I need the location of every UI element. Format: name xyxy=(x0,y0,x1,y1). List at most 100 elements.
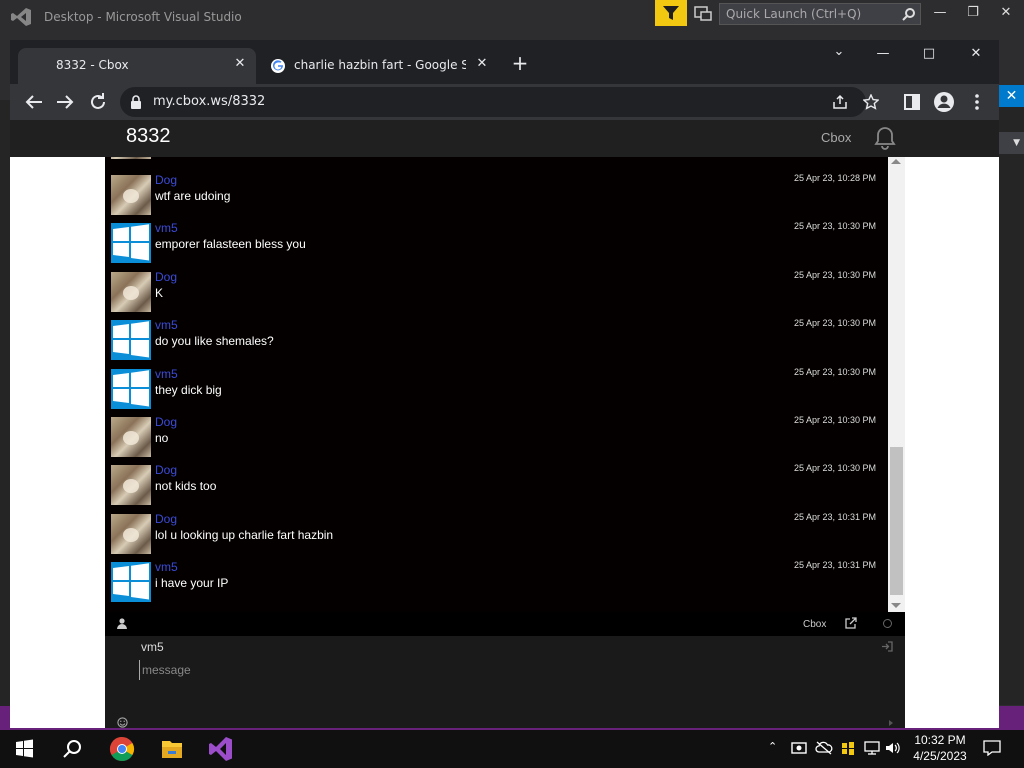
visual-studio-icon xyxy=(11,8,31,26)
windows-logo-icon xyxy=(111,562,151,603)
scroll-up-icon[interactable] xyxy=(891,159,901,164)
share-icon[interactable] xyxy=(832,94,848,110)
message-username[interactable]: Dog xyxy=(155,415,177,429)
vs-minimize-button[interactable]: — xyxy=(930,5,950,23)
vs-right-panel xyxy=(999,85,1024,705)
message-username[interactable]: Dog xyxy=(155,463,177,477)
cbox-brand-link[interactable]: Cbox xyxy=(821,130,851,145)
avatar[interactable] xyxy=(111,465,151,506)
tab-title: 8332 - Cbox xyxy=(56,58,129,72)
scrollbar[interactable] xyxy=(888,157,905,612)
tray-volume-icon[interactable] xyxy=(885,740,901,756)
popout-icon[interactable] xyxy=(845,617,857,629)
forward-icon[interactable] xyxy=(53,90,77,114)
avatar[interactable] xyxy=(111,175,151,215)
message-username[interactable]: Dog xyxy=(155,512,177,526)
list-item: Dog K 25 Apr 23, 10:30 PM xyxy=(105,270,888,318)
list-item: Dog wtf are udoing 25 Apr 23, 10:28 PM xyxy=(105,173,888,221)
cbox-header: 8332 Cbox xyxy=(10,120,999,157)
emoji-icon[interactable] xyxy=(117,717,128,728)
menu-kebab-icon[interactable] xyxy=(965,90,989,114)
notification-center-icon[interactable] xyxy=(983,740,1001,756)
url-text: my.cbox.ws/8332 xyxy=(153,94,266,109)
tray-camera-icon[interactable] xyxy=(791,740,807,756)
vs-panel-close-icon[interactable]: ✕ xyxy=(999,85,1024,107)
avatar[interactable] xyxy=(111,417,151,457)
message-username[interactable]: vm5 xyxy=(155,367,178,381)
message-username[interactable]: vm5 xyxy=(155,221,178,235)
message-username[interactable]: vm5 xyxy=(155,560,178,574)
google-icon xyxy=(271,59,285,73)
message-username[interactable]: vm5 xyxy=(155,318,178,332)
vs-feedback-filter-button[interactable] xyxy=(655,0,687,26)
avatar[interactable] xyxy=(111,513,151,554)
vs-title-bar: Desktop - Microsoft Visual Studio Quick … xyxy=(0,0,1024,34)
avatar[interactable] xyxy=(111,271,151,312)
message-text: lol u looking up charlie fart hazbin xyxy=(155,527,334,542)
tab-close-icon[interactable]: ✕ xyxy=(232,56,248,72)
vs-panel-dropdown-icon[interactable]: ▼ xyxy=(999,132,1024,154)
lock-icon[interactable] xyxy=(130,95,142,109)
tray-cloud-icon[interactable] xyxy=(815,740,833,756)
vs-restore-button[interactable]: ❐ xyxy=(963,5,983,23)
vs-close-button[interactable]: ✕ xyxy=(996,5,1016,23)
tray-clock[interactable]: 10:32 PM 4/25/2023 xyxy=(910,732,970,764)
message-timestamp: 25 Apr 23, 10:31 PM xyxy=(793,511,876,522)
avatar[interactable] xyxy=(111,320,151,361)
message-timestamp: 25 Apr 23, 10:31 PM xyxy=(793,560,876,571)
tray-defender-icon[interactable] xyxy=(841,740,855,756)
browser-toolbar: my.cbox.ws/8332 xyxy=(10,84,999,120)
close-button[interactable]: ✕ xyxy=(961,42,991,66)
file-explorer-icon[interactable] xyxy=(148,730,196,768)
list-item: vm5 i have your IP 25 Apr 23, 10:31 PM xyxy=(105,560,888,608)
start-icon[interactable] xyxy=(0,730,48,768)
tab-cbox[interactable]: 8332 - Cbox ✕ xyxy=(18,48,256,84)
login-icon[interactable] xyxy=(881,641,893,652)
vs-quick-launch-input[interactable]: Quick Launch (Ctrl+Q) xyxy=(719,3,921,25)
bookmark-star-icon[interactable] xyxy=(863,94,879,110)
tab-search-icon[interactable]: ⌄ xyxy=(824,40,854,64)
feedback-icon[interactable] xyxy=(693,5,713,23)
search-icon xyxy=(902,8,915,21)
avatar[interactable] xyxy=(111,368,151,409)
message-input[interactable] xyxy=(139,660,839,680)
back-icon[interactable] xyxy=(22,90,46,114)
clock-date: 4/25/2023 xyxy=(913,749,967,763)
visual-studio-icon[interactable] xyxy=(197,730,245,768)
tab-strip: 8332 - Cbox ✕ charlie hazbin fart - Goog… xyxy=(10,40,999,84)
room-title: 8332 xyxy=(126,125,171,147)
profile-icon[interactable] xyxy=(932,90,956,114)
tab-close-icon[interactable]: ✕ xyxy=(474,56,490,72)
scroll-down-icon[interactable] xyxy=(891,603,901,608)
avatar[interactable] xyxy=(111,562,151,603)
user-icon[interactable] xyxy=(117,618,127,629)
message-text: K xyxy=(155,285,164,300)
address-bar[interactable]: my.cbox.ws/8332 xyxy=(120,87,879,117)
message-timestamp: 25 Apr 23, 10:30 PM xyxy=(793,221,876,232)
message-username[interactable]: Dog xyxy=(155,270,177,284)
scrollbar-thumb[interactable] xyxy=(890,447,903,595)
avatar[interactable] xyxy=(111,223,151,264)
tray-overflow-icon[interactable]: ⌃ xyxy=(768,740,777,753)
message-text: wtf are udoing xyxy=(155,189,231,203)
post-name-field[interactable]: vm5 xyxy=(141,640,164,654)
cbox-footer-link[interactable]: Cbox xyxy=(803,619,826,630)
message-list[interactable]: Dog wtf are udoing 25 Apr 23, 10:28 PM vm5 e… xyxy=(105,157,888,612)
reload-icon[interactable] xyxy=(86,90,110,114)
tab-google-search[interactable]: charlie hazbin fart - Google Searc ✕ xyxy=(260,48,496,84)
new-tab-button[interactable]: + xyxy=(508,52,532,76)
chrome-window: 8332 - Cbox ✕ charlie hazbin fart - Goog… xyxy=(10,40,999,728)
search-icon[interactable] xyxy=(48,730,96,768)
tray-network-icon[interactable] xyxy=(864,740,880,756)
bell-icon[interactable] xyxy=(872,125,898,151)
message-username[interactable]: Dog xyxy=(155,173,177,187)
maximize-button[interactable]: □ xyxy=(914,42,944,66)
chrome-icon[interactable] xyxy=(98,730,146,768)
send-arrow-icon[interactable] xyxy=(889,720,893,726)
message-text: emporer falasteen bless you xyxy=(155,237,306,252)
status-circle-icon[interactable] xyxy=(883,619,892,628)
post-form: vm5 xyxy=(105,636,905,728)
minimize-button[interactable]: — xyxy=(868,42,898,66)
side-panel-icon[interactable] xyxy=(900,90,924,114)
avatar xyxy=(111,157,151,159)
